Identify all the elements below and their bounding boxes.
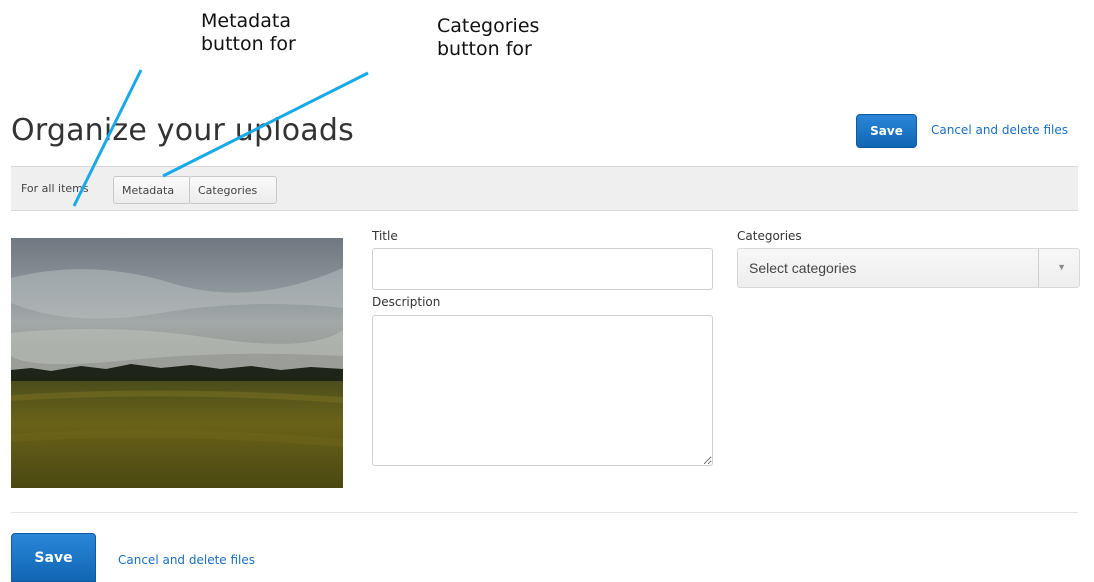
divider	[11, 512, 1078, 513]
annotation-metadata-line1: Metadata	[201, 10, 291, 32]
categories-select[interactable]: Select categories ▼	[737, 248, 1080, 288]
description-label: Description	[372, 295, 441, 309]
cancel-delete-link-bottom[interactable]: Cancel and delete files	[118, 553, 255, 567]
landscape-thumbnail-icon	[11, 238, 343, 488]
categories-label: Categories	[737, 229, 802, 243]
annotation-metadata: Metadata button for	[201, 10, 296, 56]
title-label: Title	[372, 229, 398, 243]
annotation-metadata-line2: button for	[201, 33, 296, 55]
categories-button[interactable]: Categories	[189, 176, 277, 204]
page-title: Organize your uploads	[11, 113, 354, 148]
upload-thumbnail	[11, 238, 343, 488]
annotation-categories-line1: Categories	[437, 15, 540, 37]
metadata-button[interactable]: Metadata	[113, 176, 191, 204]
select-divider	[1038, 249, 1039, 287]
annotation-categories-line2: button for	[437, 38, 532, 60]
save-button-top[interactable]: Save	[856, 114, 917, 148]
save-button-bottom[interactable]: Save	[11, 533, 96, 582]
chevron-down-icon[interactable]: ▼	[1057, 262, 1066, 272]
for-all-items-label: For all items	[21, 182, 89, 195]
annotation-categories: Categories button for	[437, 15, 539, 61]
description-textarea[interactable]	[372, 315, 713, 466]
cancel-delete-link-top[interactable]: Cancel and delete files	[931, 123, 1068, 137]
bulk-toolbar: For all items Metadata Categories	[11, 166, 1078, 211]
categories-placeholder: Select categories	[749, 260, 857, 276]
title-input[interactable]	[372, 248, 713, 290]
